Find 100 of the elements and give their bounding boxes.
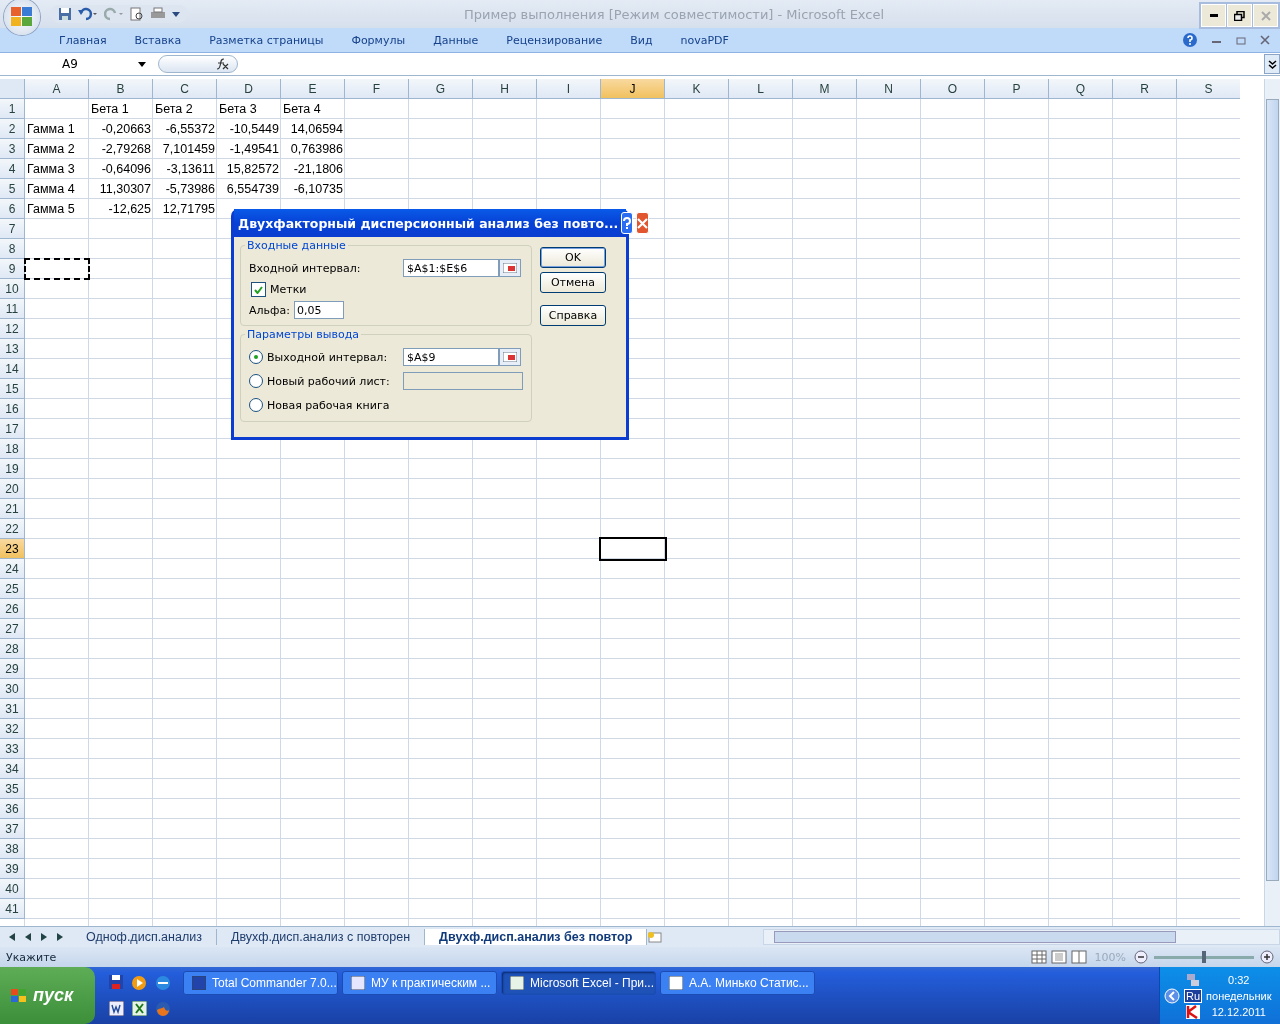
column-header[interactable]: I [537,79,601,99]
ribbon-tab[interactable]: Формулы [351,33,406,47]
vertical-scrollbar[interactable] [1264,79,1280,926]
row-header[interactable]: 28 [0,639,25,659]
browser-icon[interactable] [155,974,171,991]
column-header[interactable]: O [921,79,985,99]
row-header[interactable]: 32 [0,719,25,739]
row-header[interactable]: 38 [0,839,25,859]
column-header[interactable]: N [857,79,921,99]
row-header[interactable]: 25 [0,579,25,599]
ribbon-tab[interactable]: Разметка страницы [209,33,324,47]
alpha-field[interactable]: 0,05 [293,301,344,319]
undo-icon[interactable] [78,7,98,21]
zoom-out-icon[interactable] [1134,950,1148,964]
dropdown-icon[interactable] [172,10,180,18]
sheet-tab[interactable]: Одноф.дисп.анализ [72,929,217,945]
row-header[interactable]: 29 [0,659,25,679]
column-header[interactable]: M [793,79,857,99]
horizontal-scrollbar[interactable] [763,929,1280,945]
row-header[interactable]: 2 [0,119,25,139]
row-header[interactable]: 22 [0,519,25,539]
row-header[interactable]: 14 [0,359,25,379]
column-header[interactable]: L [729,79,793,99]
zoom-in-icon[interactable] [1260,950,1274,964]
radio-label[interactable]: Выходной интервал: [267,350,403,364]
row-header[interactable]: 16 [0,399,25,419]
function-icon[interactable] [215,58,229,70]
ribbon-tab[interactable]: Вид [630,33,653,47]
column-header[interactable]: H [473,79,537,99]
normal-view-icon[interactable] [1030,950,1047,964]
row-header[interactable]: 1 [0,99,25,119]
row-header[interactable]: 21 [0,499,25,519]
row-header[interactable]: 39 [0,859,25,879]
slider-thumb[interactable] [1202,950,1206,963]
row-header[interactable]: 37 [0,819,25,839]
row-header[interactable]: 40 [0,879,25,899]
dialog-button[interactable]: Отмена [540,272,606,293]
page-break-icon[interactable] [1070,950,1087,964]
media-player-icon[interactable] [131,974,147,991]
clock-date[interactable]: 12.12.2011 [1211,1005,1266,1018]
close-icon[interactable] [1260,35,1270,45]
row-header[interactable]: 20 [0,479,25,499]
radio-button[interactable] [249,374,263,388]
checkbox[interactable] [251,282,266,297]
print-preview-icon[interactable] [130,7,144,21]
row-header[interactable]: 27 [0,619,25,639]
row-header[interactable]: 8 [0,239,25,259]
range-picker-button[interactable] [499,348,521,366]
column-header[interactable]: J [601,79,665,99]
sheet-name-field[interactable] [403,372,523,390]
row-header[interactable]: 30 [0,679,25,699]
radio-button[interactable] [249,398,263,412]
row-header[interactable]: 4 [0,159,25,179]
row-header[interactable]: 41 [0,899,25,919]
word-icon[interactable] [109,1000,124,1016]
floppy-icon[interactable] [109,974,123,989]
row-header[interactable]: 5 [0,179,25,199]
taskbar-button[interactable]: А.А. Минько Статис... [660,971,815,995]
row-header[interactable]: 9 [0,259,25,279]
row-header[interactable]: 3 [0,139,25,159]
language-indicator[interactable]: Ru [1184,988,1203,1003]
column-header[interactable]: Q [1049,79,1113,99]
save-icon[interactable] [58,7,72,21]
clock-time[interactable]: 0:32 [1228,973,1250,986]
taskbar-button[interactable]: Microsoft Excel - При... [501,971,656,995]
column-header[interactable]: A [25,79,89,99]
show-hidden-icon[interactable] [1164,987,1180,1004]
column-header[interactable]: F [345,79,409,99]
row-header[interactable]: 36 [0,799,25,819]
clock-day[interactable]: понедельник [1206,989,1272,1002]
row-header[interactable]: 26 [0,599,25,619]
help-button[interactable] [621,212,634,234]
dialog-button[interactable]: Справка [540,305,606,326]
row-header[interactable]: 12 [0,319,25,339]
active-cell[interactable] [599,537,667,561]
antivirus-icon[interactable] [1186,1004,1201,1019]
sheet-tab[interactable]: Двухф.дисп.анализ без повтор [425,929,648,945]
name-box[interactable]: A9 [0,54,150,74]
spreadsheet-icon[interactable] [132,1000,147,1016]
ribbon-tab[interactable]: Главная [59,33,107,47]
row-header[interactable]: 17 [0,419,25,439]
row-header[interactable]: 18 [0,439,25,459]
office-button[interactable] [4,0,40,35]
printer-icon[interactable] [150,7,166,21]
expand-button[interactable] [1264,54,1280,74]
row-header[interactable]: 10 [0,279,25,299]
dialog-button[interactable]: OK [540,247,606,268]
checkbox-label[interactable]: Метки [270,283,307,296]
row-header[interactable]: 7 [0,219,25,239]
restore-button[interactable] [1227,4,1252,27]
column-header[interactable]: B [89,79,153,99]
column-header[interactable]: P [985,79,1049,99]
range-picker-button[interactable] [499,259,521,277]
column-header[interactable]: D [217,79,281,99]
row-header[interactable]: 19 [0,459,25,479]
ribbon-tab[interactable]: Рецензирование [506,33,603,47]
column-header[interactable]: C [153,79,217,99]
row-header[interactable]: 31 [0,699,25,719]
row-header[interactable]: 13 [0,339,25,359]
row-header[interactable]: 24 [0,559,25,579]
